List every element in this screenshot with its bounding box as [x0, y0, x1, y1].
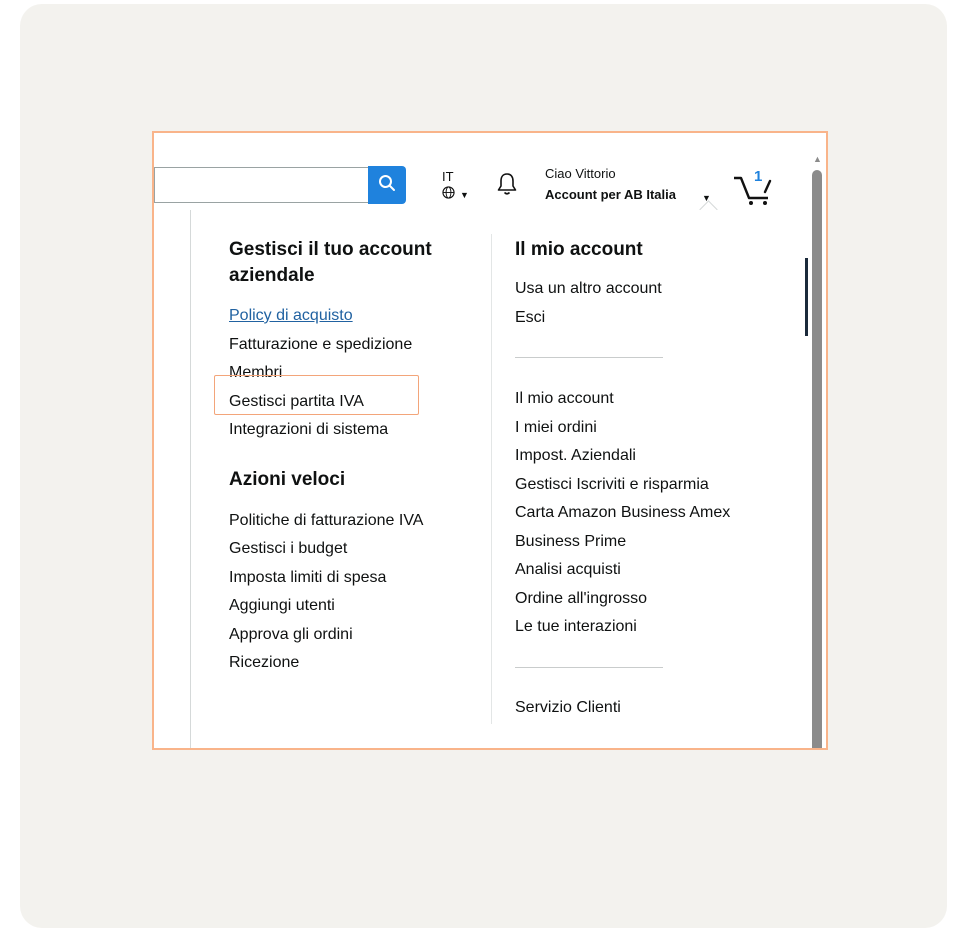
scrollbar-thumb[interactable]: [812, 170, 822, 748]
scrollbar[interactable]: ▲: [808, 150, 826, 748]
chevron-down-icon: ▼: [460, 190, 469, 200]
menu-item-my-account[interactable]: Il mio account: [515, 385, 775, 414]
menu-item-add-users[interactable]: Aggiungi utenti: [229, 592, 479, 621]
cart-button[interactable]: 1: [732, 168, 776, 211]
menu-item-sign-out[interactable]: Esci: [515, 304, 775, 333]
business-account-column: Gestisci il tuo account aziendale Policy…: [229, 237, 479, 678]
account-menu-trigger[interactable]: Ciao Vittorio Account per AB Italia ▼: [545, 166, 711, 204]
menu-item-business-settings[interactable]: Impost. Aziendali: [515, 442, 775, 471]
menu-item-policy[interactable]: Policy di acquisto: [229, 302, 479, 331]
search-icon: [378, 174, 396, 197]
screenshot-frame: IT ▼ Ciao Vittorio Account per AB Italia…: [152, 131, 828, 750]
account-greeting: Ciao Vittorio: [545, 166, 616, 181]
menu-item-interactions[interactable]: Le tue interazioni: [515, 613, 775, 642]
menu-item-receiving[interactable]: Ricezione: [229, 649, 479, 678]
menu-item-vat-billing-policies[interactable]: Politiche di fatturazione IVA: [229, 507, 479, 536]
menu-item-approve-orders[interactable]: Approva gli ordini: [229, 621, 479, 650]
highlight-box: [214, 375, 419, 415]
cart-icon: [732, 176, 776, 210]
menu-item-amex-card[interactable]: Carta Amazon Business Amex: [515, 499, 775, 528]
language-code: IT: [442, 169, 454, 184]
menu-item-switch-account[interactable]: Usa un altro account: [515, 275, 775, 304]
menu-item-purchase-analytics[interactable]: Analisi acquisti: [515, 556, 775, 585]
menu-item-bulk-order[interactable]: Ordine all'ingrosso: [515, 585, 775, 614]
menu-item-my-orders[interactable]: I miei ordini: [515, 414, 775, 443]
menu-item-spending-limits[interactable]: Imposta limiti di spesa: [229, 564, 479, 593]
section-heading: Il mio account: [515, 239, 643, 260]
account-dropdown: Gestisci il tuo account aziendale Policy…: [190, 210, 805, 748]
menu-item-customer-service[interactable]: Servizio Clienti: [515, 694, 775, 723]
my-account-column: Il mio account Usa un altro account Esci…: [515, 237, 775, 722]
column-divider: [491, 234, 492, 724]
globe-icon: [442, 186, 455, 202]
search-input[interactable]: [154, 167, 370, 203]
menu-item-integrations[interactable]: Integrazioni di sistema: [229, 416, 479, 445]
search-button[interactable]: [368, 166, 406, 204]
bell-icon[interactable]: [496, 172, 518, 201]
menu-item-manage-budgets[interactable]: Gestisci i budget: [229, 535, 479, 564]
language-selector[interactable]: IT ▼: [442, 169, 469, 201]
section-heading: Gestisci il tuo account aziendale: [229, 239, 432, 286]
menu-item-business-prime[interactable]: Business Prime: [515, 528, 775, 557]
menu-item-billing-shipping[interactable]: Fatturazione e spedizione: [229, 331, 479, 360]
cart-count: 1: [754, 168, 763, 185]
section-heading: Azioni veloci: [229, 468, 346, 490]
account-label: Account per AB Italia: [545, 187, 676, 202]
menu-item-subscribe-save[interactable]: Gestisci Iscriviti e risparmia: [515, 471, 775, 500]
scroll-up-icon[interactable]: ▲: [813, 154, 822, 164]
